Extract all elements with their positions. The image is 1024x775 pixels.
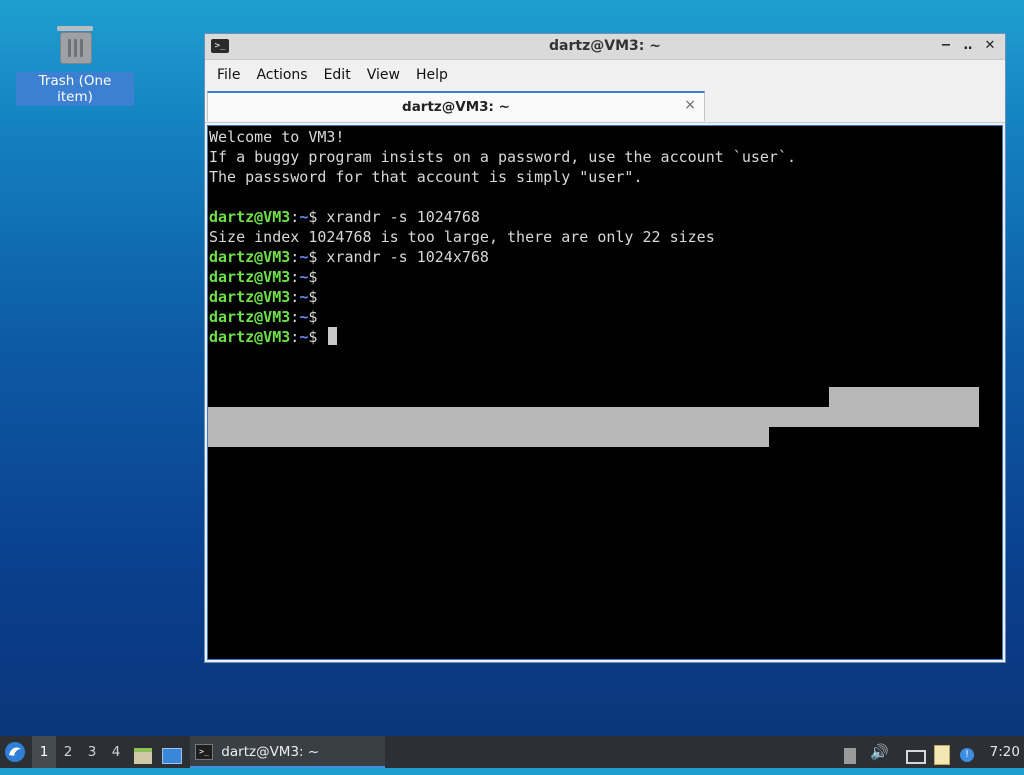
prompt-line: dartz@VM3:~$ [209, 287, 1002, 307]
prompt-path: ~ [299, 308, 309, 326]
prompt-colon: : [290, 208, 300, 226]
trash-label[interactable]: Trash (One item) [16, 72, 134, 106]
prompt-symbol: $ [308, 248, 318, 266]
close-button[interactable]: ✕ [981, 37, 999, 55]
output-line: The passsword for that account is simply… [209, 168, 643, 186]
output-line: Size index 1024768 is too large, there a… [209, 228, 715, 246]
show-desktop-icon[interactable] [162, 736, 184, 768]
prompt-user: dartz@VM3 [209, 328, 291, 346]
prompt-colon: : [290, 248, 300, 266]
prompt-path: ~ [299, 208, 309, 226]
workspace-3[interactable]: 3 [80, 736, 104, 768]
prompt-path: ~ [299, 268, 309, 286]
prompt-user: dartz@VM3 [209, 268, 291, 286]
menu-file[interactable]: File [209, 67, 248, 83]
tab-bar: dartz@VM3: ~ × [205, 90, 1005, 123]
tab-title: dartz@VM3: ~ [402, 99, 510, 115]
prompt-path: ~ [299, 328, 309, 346]
tab-close-icon[interactable]: × [684, 97, 696, 113]
prompt-symbol: $ [308, 208, 318, 226]
prompt-path: ~ [299, 248, 309, 266]
menu-edit[interactable]: Edit [316, 67, 359, 83]
output-line: Welcome to VM3! [209, 128, 345, 146]
menu-actions[interactable]: Actions [248, 67, 315, 83]
terminal-icon: >_ [195, 744, 213, 760]
window-title: dartz@VM3: ~ [549, 38, 661, 54]
minimize-button[interactable]: − [937, 37, 955, 55]
file-manager-icon[interactable] [134, 736, 156, 768]
command-text: xrandr -s 1024768 [326, 208, 480, 226]
notification-icon[interactable]: ! [960, 736, 982, 768]
network-icon[interactable] [906, 736, 928, 768]
menu-help[interactable]: Help [408, 67, 456, 83]
prompt-line: dartz@VM3:~$ [209, 327, 1002, 347]
taskbar-terminal-entry[interactable]: >_ dartz@VM3: ~ [190, 736, 385, 768]
prompt-colon: : [290, 268, 300, 286]
prompt-symbol: $ [308, 268, 318, 286]
command-text: xrandr -s 1024x768 [326, 248, 489, 266]
render-artifact [208, 427, 769, 447]
prompt-symbol: $ [308, 328, 318, 346]
menu-view[interactable]: View [359, 67, 408, 83]
clock[interactable]: 7:20 [990, 736, 1020, 768]
desktop-trash[interactable]: Trash (One item) [16, 22, 134, 106]
workspace-4[interactable]: 4 [104, 736, 128, 768]
text-cursor [328, 327, 338, 345]
volume-icon[interactable]: 🔊 [870, 736, 892, 768]
clipboard-icon[interactable] [934, 736, 954, 768]
eject-icon[interactable] [844, 736, 860, 768]
prompt-user: dartz@VM3 [209, 288, 291, 306]
prompt-line: dartz@VM3:~$ xrandr -s 1024x768 [209, 247, 1002, 267]
taskbar: 1 2 3 4 >_ dartz@VM3: ~ 🔊 ! 7:20 [0, 736, 1024, 768]
prompt-symbol: $ [308, 308, 318, 326]
trash-icon[interactable] [55, 22, 95, 66]
prompt-line: dartz@VM3:~$ [209, 267, 1002, 287]
window-titlebar[interactable]: >_ dartz@VM3: ~ − ‥ ✕ [205, 34, 1005, 60]
prompt-colon: : [290, 328, 300, 346]
workspace-1[interactable]: 1 [32, 736, 56, 768]
render-artifact [208, 407, 979, 427]
prompt-path: ~ [299, 288, 309, 306]
prompt-user: dartz@VM3 [209, 208, 291, 226]
start-menu-icon[interactable] [4, 736, 28, 768]
prompt-symbol: $ [308, 288, 318, 306]
prompt-line: dartz@VM3:~$ [209, 307, 1002, 327]
prompt-user: dartz@VM3 [209, 248, 291, 266]
menu-bar: File Actions Edit View Help [205, 60, 1005, 90]
terminal-area[interactable]: Welcome to VM3! If a buggy program insis… [207, 125, 1003, 660]
prompt-line: dartz@VM3:~$ xrandr -s 1024768 [209, 207, 1002, 227]
prompt-user: dartz@VM3 [209, 308, 291, 326]
taskbar-entry-title: dartz@VM3: ~ [221, 744, 320, 760]
terminal-window: >_ dartz@VM3: ~ − ‥ ✕ File Actions Edit … [204, 33, 1006, 663]
prompt-colon: : [290, 288, 300, 306]
workspace-2[interactable]: 2 [56, 736, 80, 768]
output-line: If a buggy program insists on a password… [209, 148, 796, 166]
tab-terminal[interactable]: dartz@VM3: ~ × [207, 91, 705, 121]
maximize-button[interactable]: ‥ [959, 37, 977, 55]
prompt-colon: : [290, 308, 300, 326]
